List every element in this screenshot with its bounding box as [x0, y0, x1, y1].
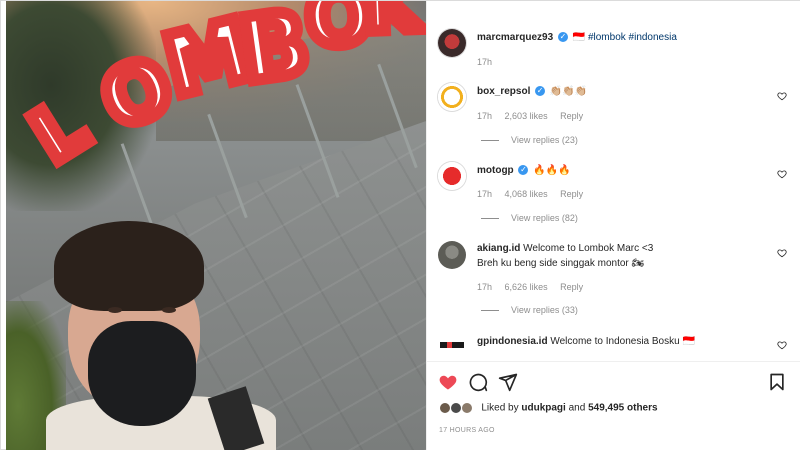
- person-eye-right: [162, 307, 176, 313]
- face-mask: [88, 321, 196, 426]
- paper-plane-icon[interactable]: [498, 372, 518, 392]
- comment-text: Welcome to Lombok Marc <3: [523, 243, 654, 254]
- comment-text-line-2: Breh ku beng side singgak montor 🏍: [477, 258, 645, 269]
- heart-outline-icon[interactable]: [777, 340, 787, 350]
- comment-text: Welcome to Indonesia Bosku 🇮🇩: [550, 336, 695, 347]
- liked-by-row: Liked by udukpagi and 549,495 others: [439, 402, 658, 414]
- actions-divider: [427, 361, 800, 362]
- liked-by-others[interactable]: 549,495 others: [588, 403, 658, 414]
- sign-letter-6: K: [357, 1, 426, 54]
- caption-time: 17h: [477, 57, 493, 67]
- commenter-avatar-motogp[interactable]: [438, 162, 466, 190]
- author-avatar[interactable]: [438, 29, 466, 57]
- caption-hashtags[interactable]: #lombok #indonesia: [588, 32, 677, 43]
- view-replies[interactable]: View replies (82): [481, 213, 578, 223]
- comment-bubble-icon[interactable]: [468, 372, 488, 392]
- comment-text: 🔥🔥🔥: [533, 165, 571, 176]
- comment-meta: 17h 2,603 likes Reply: [477, 111, 593, 121]
- comment-username[interactable]: gpindonesia.id: [477, 336, 548, 347]
- view-replies[interactable]: View replies (23): [481, 135, 578, 145]
- post-photo[interactable]: L O M B O K: [6, 1, 426, 450]
- caption-line: marcmarquez93 ✓ 🇮🇩 #lombok #indonesia: [477, 31, 677, 44]
- caption-emoji: 🇮🇩: [572, 32, 586, 43]
- comment-time: 17h: [477, 189, 493, 199]
- gp-logo-icon: [440, 342, 464, 348]
- liker-avatar: [460, 402, 473, 414]
- comment-username[interactable]: motogp: [477, 165, 514, 176]
- view-replies[interactable]: View replies (33): [481, 305, 578, 315]
- heart-filled-icon[interactable]: [438, 372, 458, 392]
- comment-time: 17h: [477, 282, 493, 292]
- comment-line: gpindonesia.id Welcome to Indonesia Bosk…: [477, 335, 695, 348]
- comment-username[interactable]: akiang.id: [477, 243, 520, 254]
- liked-by-user[interactable]: udukpagi: [521, 403, 565, 414]
- bookmark-icon[interactable]: [767, 372, 787, 392]
- commenter-avatar-akiang[interactable]: [438, 241, 466, 269]
- commenter-avatar-box-repsol[interactable]: [438, 83, 466, 111]
- heart-outline-icon[interactable]: [777, 248, 787, 258]
- comment-likes[interactable]: 2,603 likes: [505, 111, 548, 121]
- comment-meta: 17h 4,068 likes Reply: [477, 189, 593, 199]
- verified-badge-icon: ✓: [557, 32, 568, 43]
- heart-outline-icon[interactable]: [777, 91, 787, 101]
- person-eye-left: [108, 307, 122, 313]
- liked-by-and: and: [568, 402, 586, 414]
- person-hair: [54, 221, 204, 311]
- comment-text: 👏🏼👏🏼👏🏼: [549, 86, 588, 97]
- instagram-post-frame: L O M B O K marcmarquez93 ✓ 🇮🇩 #lombok #…: [0, 0, 800, 450]
- comment-meta: 17h 6,626 likes Reply: [477, 282, 593, 292]
- comment-line: box_repsol ✓ 👏🏼👏🏼👏🏼: [477, 85, 587, 98]
- comment-likes[interactable]: 4,068 likes: [505, 189, 548, 199]
- verified-badge-icon: ✓: [518, 165, 529, 176]
- commenter-avatar-gpindonesia[interactable]: [438, 331, 466, 359]
- verified-badge-icon: ✓: [535, 86, 546, 97]
- photo-person: [46, 221, 276, 450]
- comment-username[interactable]: box_repsol: [477, 86, 530, 97]
- liked-by-prefix: Liked by: [481, 402, 519, 414]
- author-username[interactable]: marcmarquez93: [477, 32, 553, 43]
- comment-line: motogp ✓ 🔥🔥🔥: [477, 164, 571, 177]
- comment-time: 17h: [477, 111, 493, 121]
- sign-letter-4: B: [228, 1, 321, 108]
- liker-avatar: [449, 402, 462, 414]
- reply-button[interactable]: Reply: [560, 282, 583, 292]
- post-time-ago: 17 HOURS AGO: [439, 427, 495, 434]
- reply-button[interactable]: Reply: [560, 189, 583, 199]
- heart-outline-icon[interactable]: [777, 169, 787, 179]
- comment-likes[interactable]: 6,626 likes: [505, 282, 548, 292]
- comments-panel: marcmarquez93 ✓ 🇮🇩 #lombok #indonesia 17…: [426, 1, 800, 450]
- reply-button[interactable]: Reply: [560, 111, 583, 121]
- comment-line: akiang.id Welcome to Lombok Marc <3: [477, 242, 653, 255]
